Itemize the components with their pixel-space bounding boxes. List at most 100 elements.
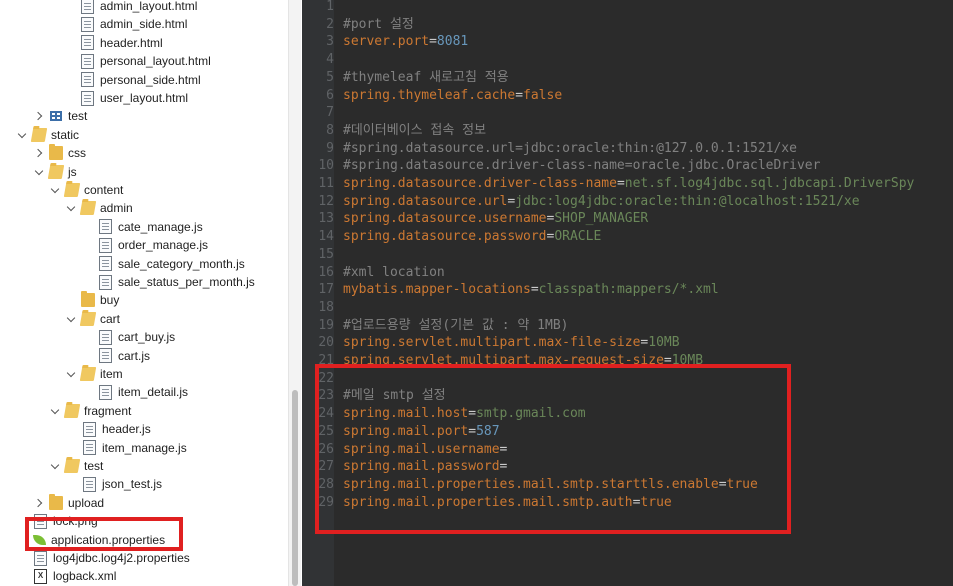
code-line[interactable]: #spring.datasource.url=jdbc:oracle:thin:… xyxy=(343,140,797,158)
code-line[interactable]: spring.mail.properties.mail.smtp.auth=tr… xyxy=(343,494,672,512)
code-line[interactable]: #thymeleaf 새로고침 적용 xyxy=(343,69,509,87)
tree-item[interactable]: cart.js xyxy=(82,347,150,365)
chevron-down-icon[interactable] xyxy=(66,368,78,380)
chevron-right-icon[interactable] xyxy=(34,147,46,159)
code-line[interactable]: #xml location xyxy=(343,264,445,282)
code-line[interactable]: #업로드용량 설정(기본 값 : 약 1MB) xyxy=(343,317,568,335)
code-line[interactable]: spring.datasource.driver-class-name=net.… xyxy=(343,175,914,193)
tree-item[interactable]: test xyxy=(34,107,87,125)
property-key-token: spring.mail.username xyxy=(343,441,500,457)
chevron-right-icon[interactable] xyxy=(34,110,46,122)
tree-item-label: cart xyxy=(100,311,121,326)
tree-item-label: fragment xyxy=(84,403,132,418)
tree-item[interactable]: json_test.js xyxy=(66,475,162,493)
project-tree: admin_layout.html admin_side.html header.h… xyxy=(0,0,288,586)
file-icon xyxy=(99,256,112,272)
code-line[interactable]: #메일 smtp 설정 xyxy=(343,387,446,405)
tree-item[interactable]: css xyxy=(34,144,86,162)
chevron-down-icon[interactable] xyxy=(34,166,46,178)
line-number: 10 xyxy=(318,158,334,174)
tree-item[interactable]: sale_category_month.js xyxy=(82,255,245,273)
file-icon xyxy=(99,384,112,400)
tree-item[interactable]: cart_buy.js xyxy=(82,328,175,346)
tree-item-label: content xyxy=(84,183,124,197)
code-line[interactable]: spring.datasource.url=jdbc:log4jdbc:orac… xyxy=(343,193,860,211)
tree-item[interactable]: admin xyxy=(66,199,133,217)
tree-item[interactable]: admin_side.html xyxy=(64,15,187,33)
tree-item-label: test xyxy=(68,109,88,124)
tree-item[interactable]: item_detail.js xyxy=(82,383,188,401)
folder-icon xyxy=(49,493,63,510)
code-line[interactable]: spring.mail.username= xyxy=(343,441,507,459)
chevron-down-icon[interactable] xyxy=(50,184,62,196)
code-line[interactable]: spring.thymeleaf.cache=false xyxy=(343,87,562,105)
chevron-down-icon[interactable] xyxy=(50,460,62,472)
tree-item[interactable]: personal_layout.html xyxy=(64,52,211,70)
property-key-token: spring.servlet.multipart.max-request-siz… xyxy=(343,353,664,368)
chevron-down-icon[interactable] xyxy=(66,313,78,325)
tree-item[interactable]: header.html xyxy=(64,34,163,52)
tree-item-label: log4jdbc.log4j2.properties xyxy=(53,551,190,565)
tree-item[interactable]: log4jdbc.log4j2.properties xyxy=(17,549,190,567)
tree-item[interactable]: logback.xml xyxy=(17,567,116,585)
folder-open-icon xyxy=(47,164,65,179)
code-line[interactable]: #port 설정 xyxy=(343,16,414,34)
property-value-token: 587 xyxy=(476,423,500,439)
tree-item[interactable]: sale_status_per_month.js xyxy=(82,273,255,291)
tree-item[interactable]: item xyxy=(66,365,123,383)
property-key-token: spring.mail.host xyxy=(343,406,469,422)
tree-item[interactable]: upload xyxy=(34,493,104,512)
tree-item[interactable]: buy xyxy=(66,291,119,309)
file-icon xyxy=(83,476,96,492)
comment-token: #spring.datasource.url=jdbc:oracle:thin:… xyxy=(343,140,797,156)
property-key-token: spring.datasource.username xyxy=(343,211,547,227)
tree-item[interactable]: personal_side.html xyxy=(64,71,201,89)
chevron-down-icon[interactable] xyxy=(17,129,29,141)
code-line[interactable]: spring.datasource.password=ORACLE xyxy=(343,228,601,246)
spring-leaf-icon xyxy=(33,534,46,545)
code-line[interactable]: spring.servlet.multipart.max-file-size=1… xyxy=(343,334,680,352)
chevron-down-icon[interactable] xyxy=(50,405,62,417)
tree-item[interactable]: application.properties xyxy=(17,531,165,549)
tree-item[interactable]: order_manage.js xyxy=(82,236,208,254)
property-value-token: true xyxy=(726,476,758,492)
tree-item[interactable]: js xyxy=(34,163,77,181)
tree-item-label: item_manage.js xyxy=(102,440,187,455)
tree-item-label: personal_layout.html xyxy=(100,54,211,69)
tree-item[interactable]: user_layout.html xyxy=(64,89,188,107)
tree-item[interactable]: lock.png xyxy=(17,512,98,530)
code-line[interactable]: spring.mail.password= xyxy=(343,458,507,476)
tree-item-label: admin_layout.html xyxy=(100,0,198,13)
tree-scrollbar-thumb[interactable] xyxy=(292,390,298,586)
code-line[interactable]: spring.mail.host=smtp.gmail.com xyxy=(343,405,586,423)
separator-token: = xyxy=(468,423,477,439)
code-line[interactable]: #spring.datasource.driver-class-name=ora… xyxy=(343,157,820,175)
chevron-down-icon[interactable] xyxy=(66,202,78,214)
property-value-token: true xyxy=(640,494,672,510)
comment-token: #메일 smtp 설정 xyxy=(343,388,446,404)
tree-item[interactable]: admin_layout.html xyxy=(64,0,197,15)
code-editor[interactable]: #port 설정 server.port=8081 #thymeleaf 새로고침 … xyxy=(302,0,953,586)
tree-item[interactable]: test xyxy=(50,457,103,475)
line-number: 6 xyxy=(326,87,334,103)
tree-item[interactable]: static xyxy=(17,126,79,144)
tree-item[interactable]: content xyxy=(50,181,123,199)
tree-item-label: admin xyxy=(100,201,133,216)
code-line[interactable]: spring.mail.properties.mail.smtp.starttl… xyxy=(343,476,758,494)
property-key-token: spring.mail.properties.mail.smtp.auth xyxy=(343,494,633,510)
tree-item[interactable]: header.js xyxy=(66,420,151,438)
tree-item[interactable]: cate_manage.js xyxy=(82,218,203,236)
code-line[interactable]: spring.mail.port=587 xyxy=(343,423,500,441)
code-line[interactable]: server.port=8081 xyxy=(343,33,468,51)
separator-token: = xyxy=(718,476,727,492)
code-line[interactable]: spring.servlet.multipart.max-request-siz… xyxy=(343,352,703,370)
tree-item[interactable]: fragment xyxy=(50,402,131,420)
code-line[interactable]: mybatis.mapper-locations=classpath:mappe… xyxy=(343,281,719,299)
tree-item[interactable]: item_manage.js xyxy=(66,439,187,457)
tree-item[interactable]: cart xyxy=(66,310,120,328)
file-icon xyxy=(81,0,94,14)
chevron-right-icon[interactable] xyxy=(34,497,46,509)
code-line[interactable]: spring.datasource.username=SHOP_MANAGER xyxy=(343,210,648,228)
property-key-token: spring.datasource.url xyxy=(343,193,508,209)
code-line[interactable]: #데이터베이스 접속 정보 xyxy=(343,122,486,140)
